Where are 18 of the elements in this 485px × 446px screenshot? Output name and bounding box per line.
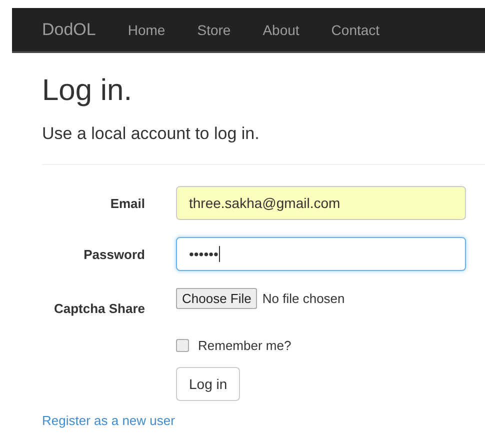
subtitle: Use a local account to log in. (42, 123, 260, 145)
field-label: Email (109, 196, 145, 210)
field-label: Captcha Share (52, 301, 145, 316)
field-label: Password (82, 246, 145, 262)
nav-link[interactable]: Home (128, 22, 166, 38)
login-button[interactable]: Log in (176, 367, 240, 401)
nav-link[interactable]: Contact (331, 22, 380, 38)
input-field[interactable]: •••••• (176, 237, 466, 271)
nav-link[interactable]: About (262, 22, 300, 38)
brand-link[interactable]: DodOL (42, 20, 96, 40)
input-field[interactable]: three.sakha@gmail.com (176, 186, 466, 220)
page-title: Log in. (42, 73, 134, 109)
file-status: No file chosen (262, 291, 345, 306)
choose-file-button[interactable]: Choose File (176, 288, 258, 309)
checkbox[interactable] (176, 339, 189, 352)
nav-link[interactable]: Store (197, 22, 231, 38)
checkbox-label[interactable]: Remember me? (198, 338, 292, 353)
register-link[interactable]: Register as a new user (42, 413, 175, 428)
